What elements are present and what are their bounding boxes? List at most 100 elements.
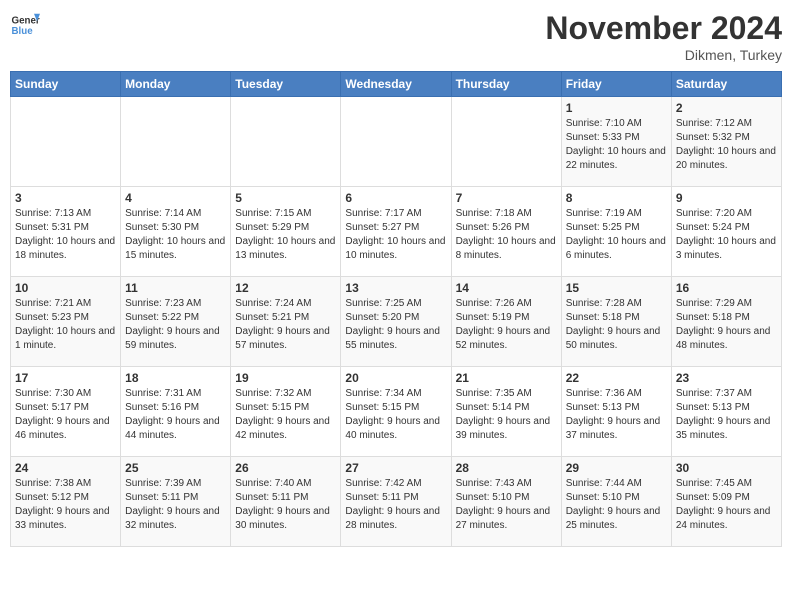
day-info: Sunrise: 7:34 AM Sunset: 5:15 PM Dayligh… xyxy=(345,387,446,443)
day-number: 30 xyxy=(676,461,777,475)
day-number: 12 xyxy=(235,281,336,295)
col-header-friday: Friday xyxy=(561,72,671,97)
day-info: Sunrise: 7:35 AM Sunset: 5:14 PM Dayligh… xyxy=(456,387,557,443)
day-info: Sunrise: 7:36 AM Sunset: 5:13 PM Dayligh… xyxy=(566,387,667,443)
day-info: Sunrise: 7:37 AM Sunset: 5:13 PM Dayligh… xyxy=(676,387,777,443)
day-info: Sunrise: 7:10 AM Sunset: 5:33 PM Dayligh… xyxy=(566,117,667,173)
calendar-cell: 28 Sunrise: 7:43 AM Sunset: 5:10 PM Dayli… xyxy=(451,457,561,547)
day-info: Sunrise: 7:17 AM Sunset: 5:27 PM Dayligh… xyxy=(345,207,446,263)
day-number: 18 xyxy=(125,371,226,385)
day-number: 22 xyxy=(566,371,667,385)
day-number: 25 xyxy=(125,461,226,475)
calendar-cell: 25Sunrise: 7:39 AM Sunset: 5:11 PM Dayli… xyxy=(121,457,231,547)
day-info: Sunrise: 7:29 AM Sunset: 5:18 PM Dayligh… xyxy=(676,297,777,353)
day-number: 8 xyxy=(566,191,667,205)
calendar-cell: 20 Sunrise: 7:34 AM Sunset: 5:15 PM Dayli… xyxy=(341,367,451,457)
col-header-tuesday: Tuesday xyxy=(231,72,341,97)
week-row-4: 17 Sunrise: 7:30 AM Sunset: 5:17 PM Dayli… xyxy=(11,367,782,457)
day-number: 1 xyxy=(566,101,667,115)
calendar-cell: 9 Sunrise: 7:20 AM Sunset: 5:24 PM Daylig… xyxy=(671,187,781,277)
day-number: 3 xyxy=(15,191,116,205)
calendar-cell: 26Sunrise: 7:40 AM Sunset: 5:11 PM Dayli… xyxy=(231,457,341,547)
day-number: 7 xyxy=(456,191,557,205)
day-info: Sunrise: 7:23 AM Sunset: 5:22 PM Dayligh… xyxy=(125,297,226,353)
day-info: Sunrise: 7:26 AM Sunset: 5:19 PM Dayligh… xyxy=(456,297,557,353)
calendar-cell: 2Sunrise: 7:12 AM Sunset: 5:32 PM Daylig… xyxy=(671,97,781,187)
day-info: Sunrise: 7:14 AM Sunset: 5:30 PM Dayligh… xyxy=(125,207,226,263)
logo-icon: General Blue xyxy=(10,10,40,40)
calendar-cell: 30 Sunrise: 7:45 AM Sunset: 5:09 PM Dayli… xyxy=(671,457,781,547)
day-number: 15 xyxy=(566,281,667,295)
day-number: 13 xyxy=(345,281,446,295)
col-header-sunday: Sunday xyxy=(11,72,121,97)
calendar-cell: 12 Sunrise: 7:24 AM Sunset: 5:21 PM Dayli… xyxy=(231,277,341,367)
day-info: Sunrise: 7:24 AM Sunset: 5:21 PM Dayligh… xyxy=(235,297,336,353)
calendar-cell: 17 Sunrise: 7:30 AM Sunset: 5:17 PM Dayli… xyxy=(11,367,121,457)
calendar-cell: 15 Sunrise: 7:28 AM Sunset: 5:18 PM Dayli… xyxy=(561,277,671,367)
day-number: 6 xyxy=(345,191,446,205)
day-number: 16 xyxy=(676,281,777,295)
week-row-5: 24Sunrise: 7:38 AM Sunset: 5:12 PM Dayli… xyxy=(11,457,782,547)
svg-text:Blue: Blue xyxy=(12,26,34,37)
day-info: Sunrise: 7:44 AM Sunset: 5:10 PM Dayligh… xyxy=(566,477,667,533)
calendar-table: SundayMondayTuesdayWednesdayThursdayFrid… xyxy=(10,71,782,547)
logo: General Blue xyxy=(10,10,40,40)
day-info: Sunrise: 7:30 AM Sunset: 5:17 PM Dayligh… xyxy=(15,387,116,443)
day-info: Sunrise: 7:42 AM Sunset: 5:11 PM Dayligh… xyxy=(345,477,446,533)
calendar-cell xyxy=(341,97,451,187)
calendar-cell: 8 Sunrise: 7:19 AM Sunset: 5:25 PM Daylig… xyxy=(561,187,671,277)
day-info: Sunrise: 7:31 AM Sunset: 5:16 PM Dayligh… xyxy=(125,387,226,443)
day-number: 5 xyxy=(235,191,336,205)
day-number: 17 xyxy=(15,371,116,385)
calendar-cell: 21 Sunrise: 7:35 AM Sunset: 5:14 PM Dayli… xyxy=(451,367,561,457)
calendar-cell: 3 Sunrise: 7:13 AM Sunset: 5:31 PM Daylig… xyxy=(11,187,121,277)
calendar-cell: 23Sunrise: 7:37 AM Sunset: 5:13 PM Dayli… xyxy=(671,367,781,457)
col-header-wednesday: Wednesday xyxy=(341,72,451,97)
week-row-2: 3 Sunrise: 7:13 AM Sunset: 5:31 PM Daylig… xyxy=(11,187,782,277)
day-info: Sunrise: 7:12 AM Sunset: 5:32 PM Dayligh… xyxy=(676,117,777,173)
calendar-cell: 24Sunrise: 7:38 AM Sunset: 5:12 PM Dayli… xyxy=(11,457,121,547)
calendar-cell xyxy=(11,97,121,187)
day-number: 4 xyxy=(125,191,226,205)
day-info: Sunrise: 7:28 AM Sunset: 5:18 PM Dayligh… xyxy=(566,297,667,353)
day-info: Sunrise: 7:43 AM Sunset: 5:10 PM Dayligh… xyxy=(456,477,557,533)
calendar-cell: 27 Sunrise: 7:42 AM Sunset: 5:11 PM Dayli… xyxy=(341,457,451,547)
col-header-thursday: Thursday xyxy=(451,72,561,97)
week-row-3: 10 Sunrise: 7:21 AM Sunset: 5:23 PM Dayli… xyxy=(11,277,782,367)
calendar-cell xyxy=(451,97,561,187)
day-info: Sunrise: 7:18 AM Sunset: 5:26 PM Dayligh… xyxy=(456,207,557,263)
col-header-saturday: Saturday xyxy=(671,72,781,97)
calendar-cell: 19Sunrise: 7:32 AM Sunset: 5:15 PM Dayli… xyxy=(231,367,341,457)
day-info: Sunrise: 7:45 AM Sunset: 5:09 PM Dayligh… xyxy=(676,477,777,533)
day-number: 21 xyxy=(456,371,557,385)
day-number: 29 xyxy=(566,461,667,475)
day-info: Sunrise: 7:15 AM Sunset: 5:29 PM Dayligh… xyxy=(235,207,336,263)
calendar-cell: 10 Sunrise: 7:21 AM Sunset: 5:23 PM Dayli… xyxy=(11,277,121,367)
day-number: 10 xyxy=(15,281,116,295)
day-number: 14 xyxy=(456,281,557,295)
calendar-cell: 1 Sunrise: 7:10 AM Sunset: 5:33 PM Daylig… xyxy=(561,97,671,187)
day-number: 20 xyxy=(345,371,446,385)
month-title: November 2024 xyxy=(545,10,782,47)
day-info: Sunrise: 7:20 AM Sunset: 5:24 PM Dayligh… xyxy=(676,207,777,263)
day-info: Sunrise: 7:38 AM Sunset: 5:12 PM Dayligh… xyxy=(15,477,116,533)
location: Dikmen, Turkey xyxy=(545,47,782,63)
day-number: 9 xyxy=(676,191,777,205)
calendar-cell xyxy=(121,97,231,187)
calendar-cell: 18 Sunrise: 7:31 AM Sunset: 5:16 PM Dayli… xyxy=(121,367,231,457)
calendar-cell: 16 Sunrise: 7:29 AM Sunset: 5:18 PM Dayli… xyxy=(671,277,781,367)
calendar-cell: 4 Sunrise: 7:14 AM Sunset: 5:30 PM Daylig… xyxy=(121,187,231,277)
day-info: Sunrise: 7:19 AM Sunset: 5:25 PM Dayligh… xyxy=(566,207,667,263)
day-number: 19 xyxy=(235,371,336,385)
calendar-cell xyxy=(231,97,341,187)
calendar-cell: 6 Sunrise: 7:17 AM Sunset: 5:27 PM Daylig… xyxy=(341,187,451,277)
calendar-cell: 7 Sunrise: 7:18 AM Sunset: 5:26 PM Daylig… xyxy=(451,187,561,277)
day-number: 27 xyxy=(345,461,446,475)
week-row-1: 1 Sunrise: 7:10 AM Sunset: 5:33 PM Daylig… xyxy=(11,97,782,187)
day-info: Sunrise: 7:13 AM Sunset: 5:31 PM Dayligh… xyxy=(15,207,116,263)
page-header: General Blue November 2024 Dikmen, Turke… xyxy=(10,10,782,63)
day-info: Sunrise: 7:21 AM Sunset: 5:23 PM Dayligh… xyxy=(15,297,116,353)
calendar-cell: 5 Sunrise: 7:15 AM Sunset: 5:29 PM Daylig… xyxy=(231,187,341,277)
day-number: 28 xyxy=(456,461,557,475)
day-info: Sunrise: 7:40 AM Sunset: 5:11 PM Dayligh… xyxy=(235,477,336,533)
